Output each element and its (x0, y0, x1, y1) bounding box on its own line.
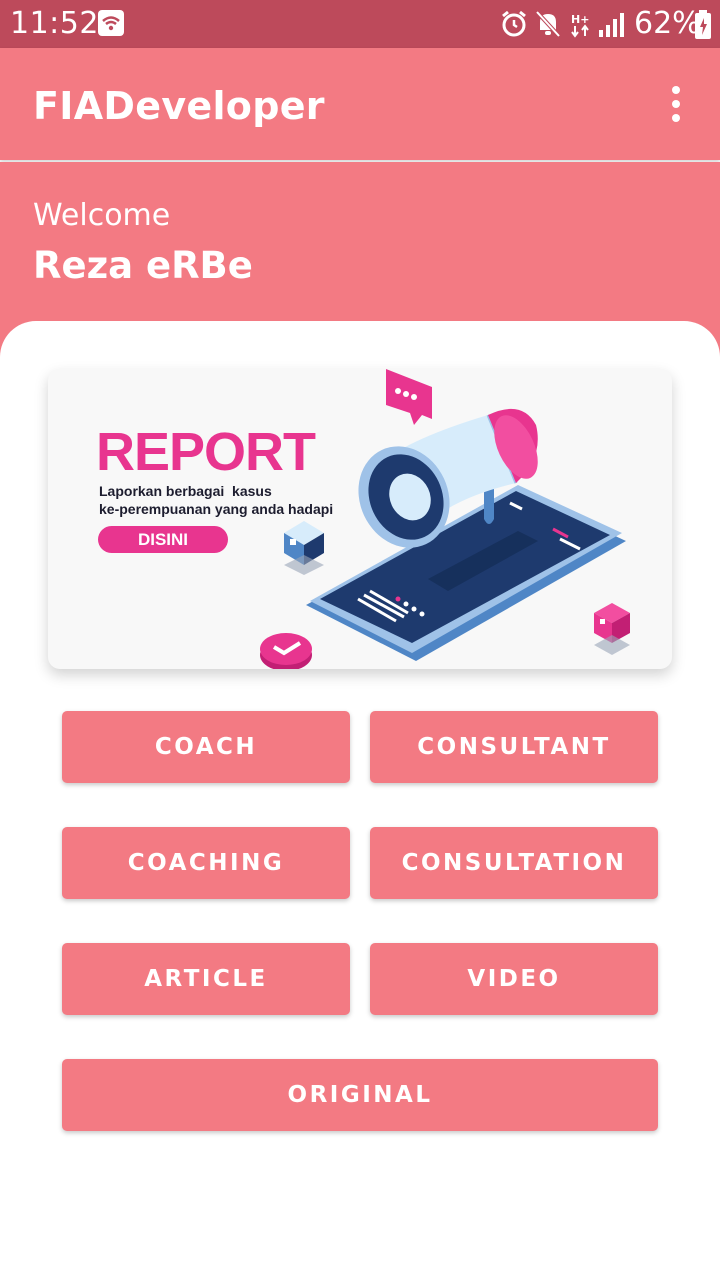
svg-text:H+: H+ (571, 13, 589, 26)
app-bar: FIADeveloper (0, 48, 720, 160)
article-button[interactable]: ARTICLE (62, 943, 350, 1015)
welcome-label: Welcome (33, 198, 171, 233)
data-arrows-icon: H+ (570, 12, 592, 43)
status-bar: 11:52 H+ 62% (0, 0, 720, 48)
banner-title: REPORT (96, 422, 316, 482)
banner-disini-button[interactable]: DISINI (98, 526, 228, 553)
coach-button[interactable]: COACH (62, 711, 350, 783)
battery-percentage: 62% (634, 6, 701, 41)
banner-subtitle: Laporkan berbagai kasus ke-perempuanan y… (99, 482, 333, 518)
battery-icon (694, 10, 712, 45)
consultant-button[interactable]: CONSULTANT (370, 711, 658, 783)
app-title: FIADeveloper (33, 84, 325, 128)
coaching-button[interactable]: COACHING (62, 827, 350, 899)
video-button[interactable]: VIDEO (370, 943, 658, 1015)
wifi-icon (98, 10, 124, 41)
banner-subtitle-line1: Laporkan berbagai kasus (99, 483, 272, 499)
consultation-button[interactable]: CONSULTATION (370, 827, 658, 899)
user-name: Reza eRBe (33, 244, 253, 287)
signal-icon (598, 12, 626, 43)
mute-icon (535, 10, 561, 43)
alarm-icon (500, 10, 528, 43)
status-time: 11:52 (10, 6, 99, 41)
original-button[interactable]: ORIGINAL (62, 1059, 658, 1131)
banner-subtitle-line2: ke-perempuanan yang anda hadapi (99, 501, 334, 517)
more-vert-icon[interactable] (660, 84, 692, 124)
megaphone-on-phone-illustration (260, 369, 630, 669)
report-banner[interactable]: REPORT Laporkan berbagai kasus ke-peremp… (48, 369, 672, 669)
